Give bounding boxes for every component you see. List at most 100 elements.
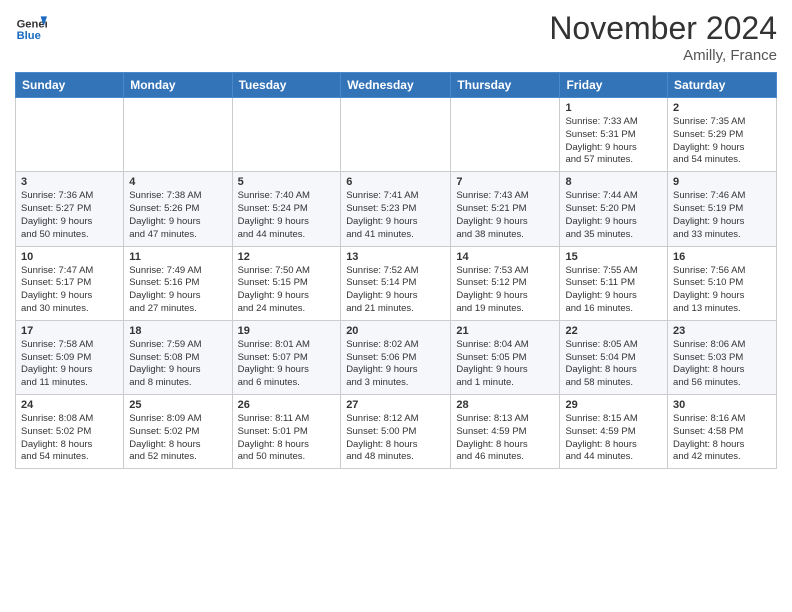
page: General Blue November 2024 Amilly, Franc… — [0, 0, 792, 484]
svg-text:Blue: Blue — [17, 30, 41, 42]
day-info: Sunrise: 7:55 AM Sunset: 5:11 PM Dayligh… — [565, 265, 637, 314]
day-info: Sunrise: 8:11 AM Sunset: 5:01 PM Dayligh… — [238, 413, 310, 462]
day-number: 19 — [238, 325, 336, 337]
table-row: 24Sunrise: 8:08 AM Sunset: 5:02 PM Dayli… — [16, 395, 124, 469]
table-row: 4 Sunrise: 7:38 AM Sunset: 5:26 PM Daylig… — [124, 172, 232, 246]
header-wednesday: Wednesday — [341, 73, 451, 98]
title-block: November 2024 Amilly, France — [549, 10, 777, 64]
table-row: 13Sunrise: 7:52 AM Sunset: 5:14 PM Dayli… — [341, 246, 451, 320]
table-row: 9Sunrise: 7:46 AM Sunset: 5:19 PM Daylig… — [668, 172, 777, 246]
day-number: 15 — [565, 251, 662, 263]
day-info: Sunrise: 7:49 AM Sunset: 5:16 PM Dayligh… — [129, 265, 201, 314]
day-info: Sunrise: 8:06 AM Sunset: 5:03 PM Dayligh… — [673, 339, 745, 388]
header-saturday: Saturday — [668, 73, 777, 98]
day-info: Sunrise: 7:47 AM Sunset: 5:17 PM Dayligh… — [21, 265, 93, 314]
day-number: 5 — [238, 176, 336, 188]
day-info: Sunrise: 8:16 AM Sunset: 4:58 PM Dayligh… — [673, 413, 745, 462]
table-row: 26 Sunrise: 8:11 AM Sunset: 5:01 PM Dayli… — [232, 395, 341, 469]
header-friday: Friday — [560, 73, 668, 98]
day-info: Sunrise: 7:56 AM Sunset: 5:10 PM Dayligh… — [673, 265, 745, 314]
day-info: Sunrise: 8:08 AM Sunset: 5:02 PM Dayligh… — [21, 413, 93, 462]
table-row — [341, 98, 451, 172]
day-info: Sunrise: 7:43 AM Sunset: 5:21 PM Dayligh… — [456, 190, 528, 239]
day-info: Sunrise: 8:01 AM Sunset: 5:07 PM Dayligh… — [238, 339, 310, 388]
day-number: 1 — [565, 102, 662, 114]
day-number: 13 — [346, 251, 445, 263]
table-row: 12Sunrise: 7:50 AM Sunset: 5:15 PM Dayli… — [232, 246, 341, 320]
day-info: Sunrise: 7:44 AM Sunset: 5:20 PM Dayligh… — [565, 190, 637, 239]
day-info: Sunrise: 8:15 AM Sunset: 4:59 PM Dayligh… — [565, 413, 637, 462]
day-number: 17 — [21, 325, 118, 337]
table-row — [124, 98, 232, 172]
day-info: Sunrise: 7:40 AM Sunset: 5:24 PM Dayligh… — [238, 190, 310, 239]
header-thursday: Thursday — [451, 73, 560, 98]
logo: General Blue — [15, 10, 49, 42]
calendar-week-row: 24Sunrise: 8:08 AM Sunset: 5:02 PM Dayli… — [16, 395, 777, 469]
day-info: Sunrise: 8:04 AM Sunset: 5:05 PM Dayligh… — [456, 339, 528, 388]
calendar-week-row: 1 Sunrise: 7:33 AM Sunset: 5:31 PM Daylig… — [16, 98, 777, 172]
day-number: 4 — [129, 176, 226, 188]
day-info: Sunrise: 7:41 AM Sunset: 5:23 PM Dayligh… — [346, 190, 418, 239]
day-info: Sunrise: 7:33 AM Sunset: 5:31 PM Dayligh… — [565, 116, 637, 165]
calendar-week-row: 17 Sunrise: 7:58 AM Sunset: 5:09 PM Dayli… — [16, 320, 777, 394]
table-row: 22Sunrise: 8:05 AM Sunset: 5:04 PM Dayli… — [560, 320, 668, 394]
day-info: Sunrise: 8:02 AM Sunset: 5:06 PM Dayligh… — [346, 339, 418, 388]
header-monday: Monday — [124, 73, 232, 98]
day-info: Sunrise: 7:58 AM Sunset: 5:09 PM Dayligh… — [21, 339, 93, 388]
table-row: 29 Sunrise: 8:15 AM Sunset: 4:59 PM Dayli… — [560, 395, 668, 469]
day-info: Sunrise: 8:13 AM Sunset: 4:59 PM Dayligh… — [456, 413, 528, 462]
day-number: 20 — [346, 325, 445, 337]
day-number: 2 — [673, 102, 771, 114]
day-number: 14 — [456, 251, 554, 263]
day-number: 27 — [346, 399, 445, 411]
day-number: 28 — [456, 399, 554, 411]
table-row — [232, 98, 341, 172]
header-tuesday: Tuesday — [232, 73, 341, 98]
day-info: Sunrise: 8:12 AM Sunset: 5:00 PM Dayligh… — [346, 413, 418, 462]
day-number: 11 — [129, 251, 226, 263]
day-number: 23 — [673, 325, 771, 337]
calendar-week-row: 10 Sunrise: 7:47 AM Sunset: 5:17 PM Dayli… — [16, 246, 777, 320]
day-number: 16 — [673, 251, 771, 263]
day-number: 10 — [21, 251, 118, 263]
day-info: Sunrise: 8:09 AM Sunset: 5:02 PM Dayligh… — [129, 413, 201, 462]
day-number: 8 — [565, 176, 662, 188]
day-number: 18 — [129, 325, 226, 337]
table-row: 3Sunrise: 7:36 AM Sunset: 5:27 PM Daylig… — [16, 172, 124, 246]
day-number: 29 — [565, 399, 662, 411]
header: General Blue November 2024 Amilly, Franc… — [15, 10, 777, 64]
header-sunday: Sunday — [16, 73, 124, 98]
day-info: Sunrise: 7:38 AM Sunset: 5:26 PM Dayligh… — [129, 190, 201, 239]
month-year: November 2024 — [549, 10, 777, 47]
day-number: 7 — [456, 176, 554, 188]
calendar-week-row: 3Sunrise: 7:36 AM Sunset: 5:27 PM Daylig… — [16, 172, 777, 246]
table-row: 21 Sunrise: 8:04 AM Sunset: 5:05 PM Dayli… — [451, 320, 560, 394]
table-row: 19 Sunrise: 8:01 AM Sunset: 5:07 PM Dayli… — [232, 320, 341, 394]
table-row: 30 Sunrise: 8:16 AM Sunset: 4:58 PM Dayli… — [668, 395, 777, 469]
day-number: 6 — [346, 176, 445, 188]
table-row: 10 Sunrise: 7:47 AM Sunset: 5:17 PM Dayli… — [16, 246, 124, 320]
table-row — [16, 98, 124, 172]
location: Amilly, France — [549, 47, 777, 64]
calendar-table: Sunday Monday Tuesday Wednesday Thursday… — [15, 72, 777, 469]
table-row: 2Sunrise: 7:35 AM Sunset: 5:29 PM Daylig… — [668, 98, 777, 172]
day-number: 22 — [565, 325, 662, 337]
logo-icon: General Blue — [15, 10, 47, 42]
weekday-header-row: Sunday Monday Tuesday Wednesday Thursday… — [16, 73, 777, 98]
day-info: Sunrise: 7:36 AM Sunset: 5:27 PM Dayligh… — [21, 190, 93, 239]
table-row: 7 Sunrise: 7:43 AM Sunset: 5:21 PM Daylig… — [451, 172, 560, 246]
day-number: 21 — [456, 325, 554, 337]
day-number: 30 — [673, 399, 771, 411]
table-row: 11 Sunrise: 7:49 AM Sunset: 5:16 PM Dayli… — [124, 246, 232, 320]
table-row: 27 Sunrise: 8:12 AM Sunset: 5:00 PM Dayli… — [341, 395, 451, 469]
day-number: 25 — [129, 399, 226, 411]
table-row: 25 Sunrise: 8:09 AM Sunset: 5:02 PM Dayli… — [124, 395, 232, 469]
day-info: Sunrise: 7:59 AM Sunset: 5:08 PM Dayligh… — [129, 339, 201, 388]
day-info: Sunrise: 7:46 AM Sunset: 5:19 PM Dayligh… — [673, 190, 745, 239]
day-number: 26 — [238, 399, 336, 411]
table-row: 6 Sunrise: 7:41 AM Sunset: 5:23 PM Daylig… — [341, 172, 451, 246]
day-info: Sunrise: 7:50 AM Sunset: 5:15 PM Dayligh… — [238, 265, 310, 314]
day-info: Sunrise: 7:53 AM Sunset: 5:12 PM Dayligh… — [456, 265, 528, 314]
table-row: 1 Sunrise: 7:33 AM Sunset: 5:31 PM Daylig… — [560, 98, 668, 172]
table-row: 16 Sunrise: 7:56 AM Sunset: 5:10 PM Dayli… — [668, 246, 777, 320]
